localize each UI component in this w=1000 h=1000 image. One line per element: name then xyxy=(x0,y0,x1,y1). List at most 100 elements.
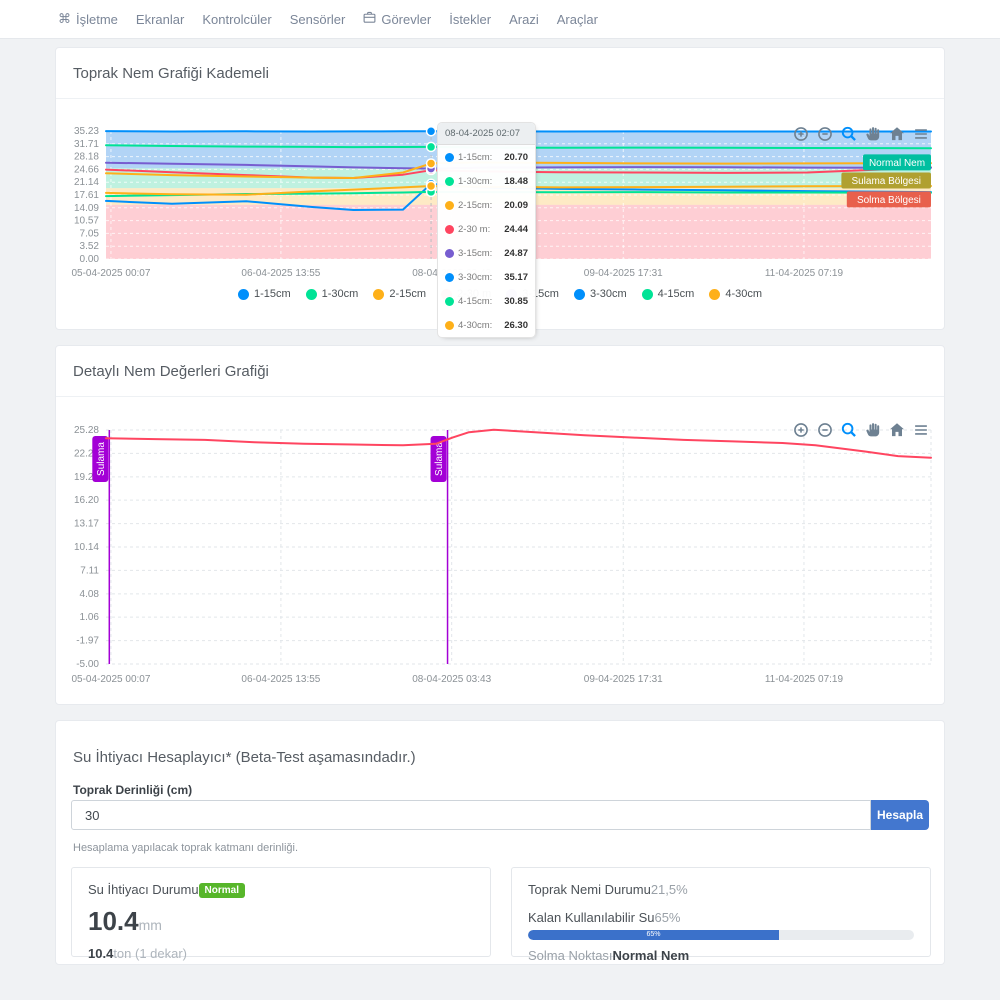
svg-text:Sulama: Sulama xyxy=(434,442,445,476)
soil-depth-input[interactable] xyxy=(71,800,871,830)
chart1-toolbar xyxy=(792,125,929,142)
tooltip-row: 4-30cm:26.30 xyxy=(438,313,535,337)
detailed-moisture-chart[interactable]: 25.2822.2519.2216.2013.1710.147.114.081.… xyxy=(56,416,946,706)
selection-zoom-icon xyxy=(841,422,857,438)
status-badge: Normal xyxy=(199,883,245,898)
zoom-in-icon xyxy=(793,422,809,438)
legend-item-2-15cm[interactable]: 2-15cm xyxy=(373,288,426,300)
menu-icon xyxy=(913,422,929,438)
svg-text:14.09: 14.09 xyxy=(74,203,99,214)
card-header: Toprak Nem Grafiği Kademeli xyxy=(56,48,944,99)
nav-item-label: Kontrolcüler xyxy=(202,12,271,27)
tooltip-series-label: 3-30cm: xyxy=(458,272,492,283)
nav-item-sensörler[interactable]: Sensörler xyxy=(290,12,346,27)
available-water-label: Kalan Kullanılabilir Su xyxy=(528,910,654,925)
zoom-out-button[interactable] xyxy=(816,421,833,438)
svg-text:05-04-2025 00:07: 05-04-2025 00:07 xyxy=(71,268,150,279)
legend-marker-icon xyxy=(238,289,249,300)
svg-text:Normal Nem: Normal Nem xyxy=(869,158,925,169)
zoom-out-button[interactable] xyxy=(816,125,833,142)
svg-text:10.57: 10.57 xyxy=(74,216,99,227)
nav-item-araçlar[interactable]: Araçlar xyxy=(557,12,598,27)
tooltip-series-value: 30.85 xyxy=(504,296,528,307)
water-need-ton: 10.4ton (1 dekar) xyxy=(88,946,474,961)
card-header: Detaylı Nem Değerleri Grafiği xyxy=(56,346,944,397)
svg-text:09-04-2025 17:31: 09-04-2025 17:31 xyxy=(584,268,663,279)
moisture-status-label: Toprak Nemi Durumu xyxy=(528,882,651,897)
tooltip-series-value: 35.17 xyxy=(504,272,528,283)
svg-text:08-04-2025 03:43: 08-04-2025 03:43 xyxy=(412,674,491,685)
legend-item-1-30cm[interactable]: 1-30cm xyxy=(306,288,359,300)
legend-label: 4-15cm xyxy=(658,288,695,300)
svg-text:-1.97: -1.97 xyxy=(76,636,99,647)
pan-button[interactable] xyxy=(864,125,881,142)
home-button[interactable] xyxy=(888,125,905,142)
tooltip-row: 3-15cm: 24.87 xyxy=(438,241,535,265)
svg-text:13.17: 13.17 xyxy=(74,519,99,530)
water-need-row: Su İhtiyacı DurumuNormal xyxy=(88,882,474,898)
progress-fill: 65% xyxy=(528,930,779,940)
nav-item-i̇stekler[interactable]: İstekler xyxy=(449,12,491,27)
zoom-in-button[interactable] xyxy=(792,421,809,438)
mm-unit: mm xyxy=(139,917,162,933)
legend-label: 1-30cm xyxy=(322,288,359,300)
nav-item-görevler[interactable]: Görevler xyxy=(363,11,431,27)
nav-item-i̇şletme[interactable]: ⌘İşletme xyxy=(58,11,118,27)
selection-zoom-button[interactable] xyxy=(840,421,857,438)
calculate-button[interactable]: Hesapla xyxy=(871,800,929,830)
tooltip-series-label: 3-15cm: xyxy=(458,248,492,259)
legend-marker-icon xyxy=(642,289,653,300)
home-button[interactable] xyxy=(888,421,905,438)
legend-marker-icon xyxy=(373,289,384,300)
tooltip-row: 3-30cm: 35.17 xyxy=(438,265,535,289)
legend-item-3-30cm[interactable]: 3-30cm xyxy=(574,288,627,300)
command-icon: ⌘ xyxy=(58,11,71,27)
ton-unit: ton (1 dekar) xyxy=(113,946,187,961)
tooltip-timestamp: 08-04-2025 02:07 xyxy=(438,123,535,145)
top-nav: ⌘İşletme Ekranlar Kontrolcüler Sensörler Gör… xyxy=(0,0,1000,39)
mm-value: 10.4 xyxy=(88,906,139,936)
selection-zoom-button[interactable] xyxy=(840,125,857,142)
nav-item-label: Sensörler xyxy=(290,12,346,27)
nav-item-ekranlar[interactable]: Ekranlar xyxy=(136,12,184,27)
series-marker-icon xyxy=(445,249,454,258)
legend-marker-icon xyxy=(574,289,585,300)
tooltip-series-label: 4-15cm: xyxy=(458,296,492,307)
svg-text:7.11: 7.11 xyxy=(80,565,99,576)
series-marker-icon xyxy=(445,201,454,210)
depth-input-row: Hesapla xyxy=(71,800,929,830)
series-marker-icon xyxy=(445,225,454,234)
home-icon xyxy=(889,126,905,142)
series-marker-icon xyxy=(445,297,454,306)
svg-text:28.18: 28.18 xyxy=(74,152,99,163)
tooltip-series-label: 1-30cm: xyxy=(458,176,492,187)
svg-text:-5.00: -5.00 xyxy=(76,659,99,670)
menu-button[interactable] xyxy=(912,421,929,438)
tooltip-series-value: 18.48 xyxy=(504,176,528,187)
tooltip-series-label: 2-15cm: xyxy=(458,200,492,211)
tooltip-row: 2-30 m:24.44 xyxy=(438,217,535,241)
selection-zoom-icon xyxy=(841,126,857,142)
water-need-label: Su İhtiyacı Durumu xyxy=(88,882,199,897)
svg-text:11-04-2025 07:19: 11-04-2025 07:19 xyxy=(765,674,844,685)
nav-item-kontrolcüler[interactable]: Kontrolcüler xyxy=(202,12,271,27)
zoom-in-button[interactable] xyxy=(792,125,809,142)
tooltip-series-label: 4-30cm: xyxy=(458,320,492,331)
legend-item-4-30cm[interactable]: 4-30cm xyxy=(709,288,762,300)
menu-icon xyxy=(913,126,929,142)
pan-icon xyxy=(865,422,881,438)
moisture-status-value: 21,5% xyxy=(651,882,688,897)
svg-text:7.05: 7.05 xyxy=(80,228,100,239)
soil-moisture-panel: Toprak Nemi Durumu21,5% Kalan Kullanılab… xyxy=(511,867,931,957)
legend-item-4-15cm[interactable]: 4-15cm xyxy=(642,288,695,300)
nav-item-arazi[interactable]: Arazi xyxy=(509,12,539,27)
zoom-out-icon xyxy=(817,126,833,142)
available-water-row: Kalan Kullanılabilir Su65% xyxy=(528,910,914,925)
legend-item-1-15cm[interactable]: 1-15cm xyxy=(238,288,291,300)
pan-button[interactable] xyxy=(864,421,881,438)
nav-item-label: Arazi xyxy=(509,12,539,27)
zoom-out-icon xyxy=(817,422,833,438)
tooltip-series-value: 24.87 xyxy=(504,248,528,259)
menu-button[interactable] xyxy=(912,125,929,142)
calculator-card: Su İhtiyacı Hesaplayıcı* (Beta-Test aşam… xyxy=(55,720,945,965)
